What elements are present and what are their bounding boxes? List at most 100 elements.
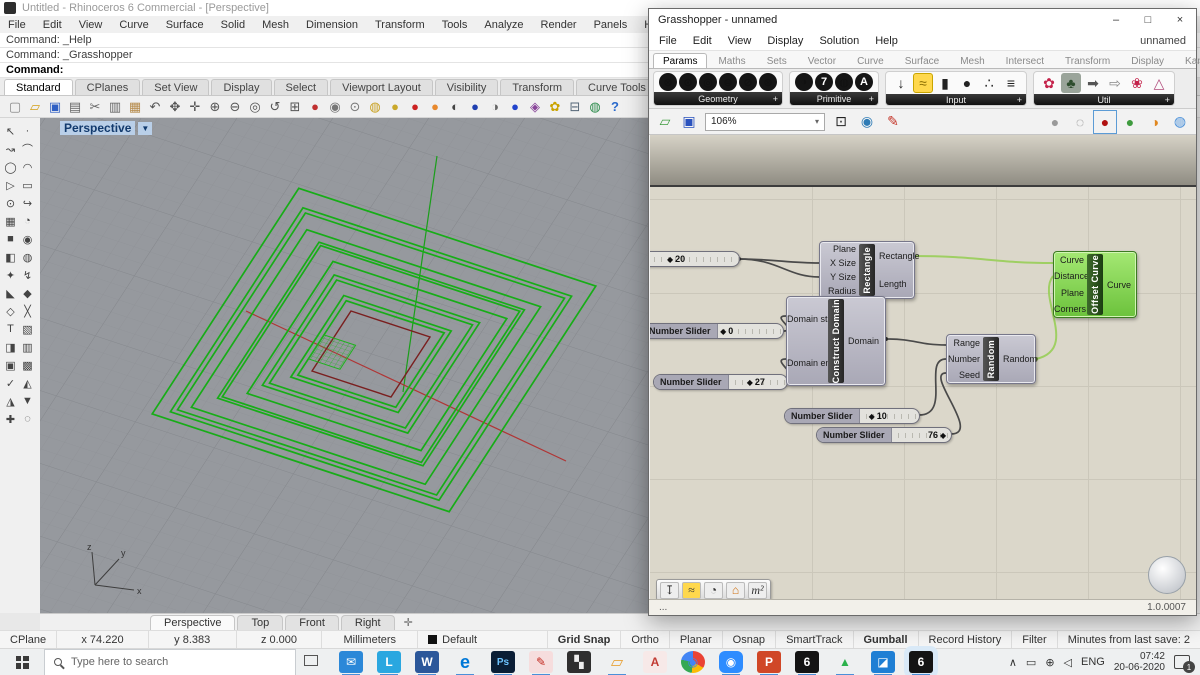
- perspective-viewport[interactable]: z y x: [40, 118, 648, 613]
- taskbar-app-icon[interactable]: ▲: [833, 651, 857, 673]
- toolbar-icon[interactable]: ◍: [585, 97, 605, 117]
- widget-icon[interactable]: ↧: [660, 582, 679, 599]
- taskbar-app-icon[interactable]: ✉: [339, 651, 363, 673]
- node-input-port[interactable]: Y Size: [820, 272, 859, 282]
- taskbar-app-icon[interactable]: e: [453, 651, 477, 673]
- node-output-port[interactable]: Length: [875, 279, 914, 289]
- grasshopper-menu-item[interactable]: Solution: [819, 35, 859, 47]
- canvas-compass-ball[interactable]: [1148, 556, 1186, 594]
- grasshopper-menu-item[interactable]: Edit: [693, 35, 712, 47]
- status-toggle[interactable]: SmartTrack: [776, 631, 853, 648]
- taskbar-app-icon[interactable]: 6: [795, 651, 819, 673]
- side-tool-icon[interactable]: ◇: [2, 302, 19, 320]
- component-icon[interactable]: ∴: [979, 73, 999, 93]
- preview-mode-icon[interactable]: ●: [1045, 112, 1065, 132]
- grasshopper-menu-item[interactable]: Help: [875, 35, 898, 47]
- toolbar-icon[interactable]: ◎: [245, 97, 265, 117]
- rhino-menu-item[interactable]: View: [79, 19, 103, 31]
- side-tool-icon[interactable]: ◭: [19, 374, 36, 392]
- toolbar-tab[interactable]: Visibility: [435, 79, 499, 95]
- component-icon[interactable]: ↓: [891, 73, 911, 93]
- toolbar-icon[interactable]: ●: [305, 97, 325, 117]
- grasshopper-window[interactable]: Grasshopper - unnamed – □ × FileEditView…: [648, 8, 1197, 616]
- grasshopper-title-bar[interactable]: Grasshopper - unnamed – □ ×: [649, 9, 1196, 31]
- taskbar-app-icon[interactable]: ▚: [567, 651, 591, 673]
- language-indicator[interactable]: ENG: [1081, 656, 1105, 668]
- toolbar-icon[interactable]: ●: [465, 97, 485, 117]
- toolbar-tab[interactable]: CPlanes: [75, 79, 141, 95]
- status-toggle[interactable]: Planar: [670, 631, 723, 648]
- toolbar-icon[interactable]: ▱: [25, 97, 45, 117]
- taskbar-app-icon[interactable]: ◉: [719, 651, 743, 673]
- node-input-port[interactable]: Curve: [1054, 255, 1087, 265]
- side-tool-icon[interactable]: ↪: [19, 194, 36, 212]
- side-tool-icon[interactable]: ◉: [19, 230, 36, 248]
- toolbar-icon[interactable]: ✿: [545, 97, 565, 117]
- node-input-port[interactable]: Corners: [1054, 304, 1087, 314]
- side-tool-icon[interactable]: ✚: [2, 410, 19, 428]
- status-toggle[interactable]: Gumball: [854, 631, 919, 648]
- category-tab[interactable]: Mesh: [950, 53, 994, 68]
- task-view-button[interactable]: [296, 653, 326, 671]
- side-tool-icon[interactable]: ·: [19, 122, 36, 140]
- component-icon[interactable]: ♣: [1061, 73, 1081, 93]
- slider-handle[interactable]: ◆: [747, 378, 753, 387]
- toolbar-icon[interactable]: ✛: [185, 97, 205, 117]
- toolbar-tab[interactable]: Display: [211, 79, 271, 95]
- node-output-port[interactable]: Random: [999, 354, 1035, 364]
- toolbar-icon[interactable]: ⊙: [345, 97, 365, 117]
- slider-handle[interactable]: ◆: [869, 412, 875, 421]
- toolbar-icon[interactable]: ▣: [45, 97, 65, 117]
- preview-mode-icon[interactable]: ◍: [1170, 112, 1190, 132]
- side-tool-icon[interactable]: ◆: [19, 284, 36, 302]
- side-tool-icon[interactable]: ▧: [19, 320, 36, 338]
- taskbar-app-icon[interactable]: ◉: [681, 651, 705, 673]
- toolbar-icon[interactable]: ◉: [325, 97, 345, 117]
- side-tool-icon[interactable]: ╳: [19, 302, 36, 320]
- taskbar-app-icon[interactable]: P: [757, 651, 781, 673]
- grasshopper-canvas[interactable]: ◆20 Number Slider ◆0 Number Slider ◆27 N…: [650, 135, 1196, 601]
- toolbar-icon[interactable]: ⊖: [225, 97, 245, 117]
- toolbar-icon[interactable]: ▦: [125, 97, 145, 117]
- toolbar-tab[interactable]: Viewport Layout: [330, 79, 433, 95]
- viewport-tab[interactable]: Right: [341, 615, 395, 630]
- taskbar-app-icon[interactable]: Ps: [491, 651, 515, 673]
- tray-icon[interactable]: ∧: [1009, 656, 1017, 669]
- side-tool-icon[interactable]: ◯: [2, 158, 19, 176]
- side-tool-icon[interactable]: ↯: [19, 266, 36, 284]
- gh-node-offset-curve[interactable]: CurveDistancePlaneCorners Offset Curve C…: [1053, 251, 1137, 318]
- toolbar-icon[interactable]: ●: [425, 97, 445, 117]
- tray-icon[interactable]: ⊕: [1045, 656, 1054, 669]
- node-input-port[interactable]: Radius: [820, 286, 859, 296]
- component-icon[interactable]: ⊛: [759, 73, 777, 91]
- status-cplane[interactable]: CPlane: [0, 631, 57, 648]
- widget-icon[interactable]: ⌂: [726, 582, 745, 599]
- component-icon[interactable]: ◎: [699, 73, 717, 91]
- side-tool-icon[interactable]: ▼: [19, 392, 36, 410]
- side-tool-icon[interactable]: ▦: [2, 212, 19, 230]
- status-toggle[interactable]: Grid Snap: [548, 631, 622, 648]
- preview-mode-icon[interactable]: ◑: [1145, 112, 1165, 132]
- toolbar-tab[interactable]: Select: [274, 79, 329, 95]
- side-tool-icon[interactable]: ◍: [19, 248, 36, 266]
- viewport-title-text[interactable]: Perspective: [60, 121, 135, 135]
- component-icon[interactable]: ✿: [1039, 73, 1059, 93]
- side-tool-icon[interactable]: ▣: [2, 356, 19, 374]
- clock[interactable]: 07:42 20-06-2020: [1114, 651, 1165, 673]
- status-units[interactable]: Millimeters: [322, 631, 418, 648]
- canvas-toolbar-icon[interactable]: ⊡: [831, 112, 851, 132]
- side-tool-icon[interactable]: ⌒: [19, 140, 36, 158]
- canvas-toolbar-icon[interactable]: ▱: [655, 112, 675, 132]
- node-input-port[interactable]: Plane: [1054, 288, 1087, 298]
- toolbar-icon[interactable]: ✂: [85, 97, 105, 117]
- add-viewport-tab-icon[interactable]: ✛: [397, 615, 420, 630]
- taskbar-app-icon[interactable]: ◪: [871, 651, 895, 673]
- rhino-menu-item[interactable]: Mesh: [262, 19, 289, 31]
- node-output-port[interactable]: Domain: [844, 336, 885, 346]
- component-icon[interactable]: 7: [815, 73, 833, 91]
- widget-icon[interactable]: ◔: [704, 582, 723, 599]
- toolbar-tab[interactable]: Curve Tools: [576, 79, 658, 95]
- component-icon[interactable]: △: [1149, 73, 1169, 93]
- preview-mode-icon[interactable]: ●: [1095, 112, 1115, 132]
- viewport-tab[interactable]: Front: [285, 615, 339, 630]
